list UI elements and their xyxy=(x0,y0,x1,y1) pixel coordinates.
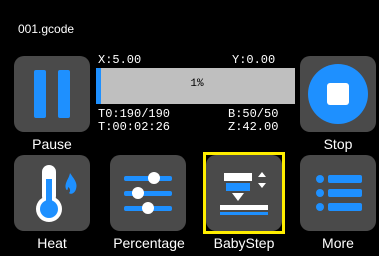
selection-highlight xyxy=(203,152,285,234)
elapsed-time: T:00:02:26 xyxy=(98,120,171,134)
percentage-label: Percentage xyxy=(113,235,185,251)
extruder-temp: T0:190/190 xyxy=(98,107,171,121)
more-label: More xyxy=(322,235,354,251)
y-position: Y:0.00 xyxy=(232,53,276,67)
pause-button[interactable] xyxy=(14,56,90,132)
menu-list-icon xyxy=(316,175,362,211)
x-position: X:5.00 xyxy=(98,53,142,67)
percentage-button[interactable] xyxy=(110,155,186,231)
pause-label: Pause xyxy=(32,136,72,152)
progress-percent: 1% xyxy=(190,78,204,90)
sliders-icon xyxy=(124,172,172,214)
stop-label: Stop xyxy=(323,136,353,152)
heat-label: Heat xyxy=(37,235,67,251)
pause-icon xyxy=(34,70,70,118)
z-position: Z:42.00 xyxy=(228,120,279,134)
more-button[interactable] xyxy=(300,155,376,231)
babystep-label: BabyStep xyxy=(213,235,275,251)
stop-icon xyxy=(308,64,368,124)
file-name: 001.gcode xyxy=(18,22,75,36)
heat-button[interactable] xyxy=(14,155,90,231)
bed-temp: B:50/50 xyxy=(228,107,279,121)
stop-button[interactable] xyxy=(300,56,376,132)
thermometer-flame-icon xyxy=(36,165,77,222)
progress-bar: 1% xyxy=(96,68,295,104)
